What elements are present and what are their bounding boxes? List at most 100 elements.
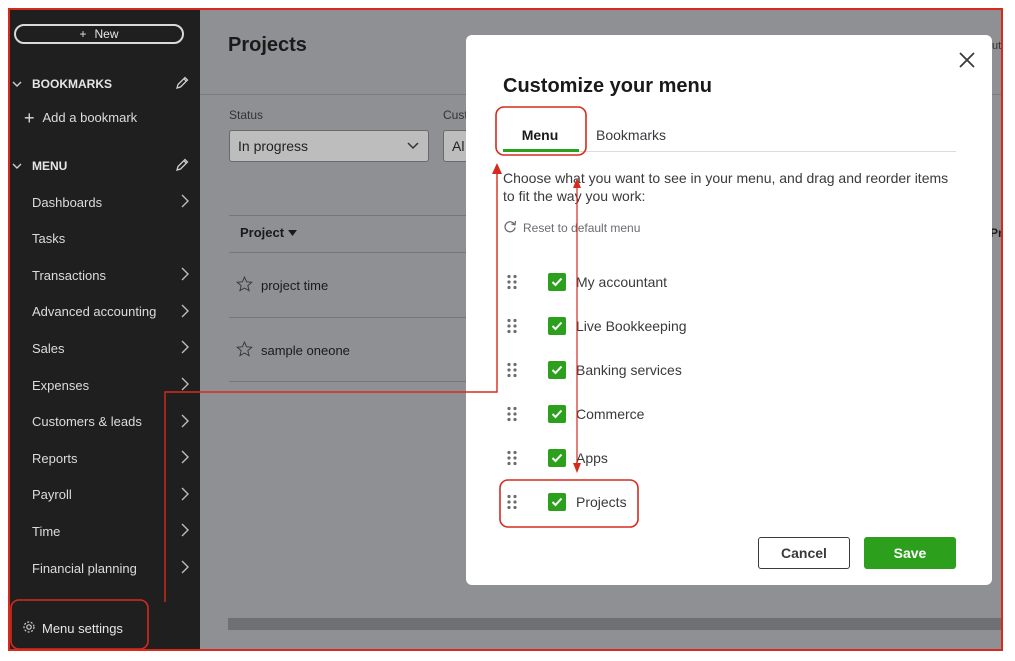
sidebar-item[interactable]: Dashboards — [10, 190, 200, 214]
drag-handle-icon[interactable] — [506, 362, 518, 378]
sidebar-item[interactable]: Payroll — [10, 483, 200, 507]
checkmark-icon — [551, 321, 563, 331]
menu-list-item[interactable]: Live Bookkeeping — [506, 314, 806, 338]
menu-list-item[interactable]: Apps — [506, 446, 806, 470]
chevron-right-icon — [180, 450, 190, 467]
star-icon[interactable] — [236, 340, 253, 360]
cancel-button[interactable]: Cancel — [758, 537, 850, 569]
drag-handle-icon[interactable] — [506, 318, 518, 334]
close-icon — [959, 52, 975, 68]
pencil-icon[interactable] — [174, 157, 190, 176]
menu-list-item-label: Apps — [576, 450, 608, 466]
menu-list-item[interactable]: Projects — [506, 490, 806, 514]
menu-settings-button[interactable]: Menu settings — [22, 620, 123, 637]
menu-list-item-label: My accountant — [576, 274, 668, 290]
sidebar-item[interactable]: Reports — [10, 446, 200, 470]
sidebar-item-label: Customers & leads — [32, 414, 142, 430]
checkbox[interactable] — [548, 317, 566, 335]
close-button[interactable] — [956, 49, 978, 71]
add-bookmark-link[interactable]: + Add a bookmark — [24, 107, 137, 128]
bookmarks-header[interactable]: BOOKMARKS — [10, 74, 200, 94]
tab-bookmarks[interactable]: Bookmarks — [596, 127, 666, 143]
tab-menu[interactable]: Menu — [503, 127, 577, 147]
sidebar-item[interactable]: Expenses — [10, 373, 200, 397]
menu-list-item[interactable]: Banking services — [506, 358, 806, 382]
checkbox[interactable] — [548, 361, 566, 379]
chevron-right-icon — [180, 377, 190, 394]
chevron-right-icon — [180, 267, 190, 284]
plus-icon: + — [79, 27, 87, 41]
sidebar-item-label: Sales — [32, 340, 65, 356]
menu-settings-label: Menu settings — [42, 621, 123, 636]
save-button[interactable]: Save — [864, 537, 956, 569]
project-column-label: Project — [240, 225, 285, 240]
sidebar-item-label: Tasks — [32, 231, 66, 247]
sidebar-item[interactable]: Tasks — [10, 227, 200, 251]
gear-icon — [22, 620, 36, 637]
sidebar-item-label: Advanced accounting — [32, 304, 157, 320]
new-button-label: New — [94, 27, 119, 41]
sidebar-item[interactable]: Time — [10, 519, 200, 543]
behind-link-fragment: uto — [992, 40, 1002, 52]
sidebar-item-label: Dashboards — [32, 194, 103, 210]
table-header-divider — [229, 252, 479, 253]
sidebar-item[interactable]: Sales — [10, 336, 200, 360]
project-name: project time — [261, 278, 329, 293]
chevron-right-icon — [180, 340, 190, 357]
drag-handle-icon[interactable] — [506, 450, 518, 466]
sidebar-item[interactable]: Financial planning — [10, 556, 200, 580]
status-filter-label: Status — [229, 108, 264, 122]
table-top-divider — [229, 215, 479, 216]
checkbox[interactable] — [548, 493, 566, 511]
chevron-right-icon — [180, 523, 190, 540]
sidebar-item-label: Financial planning — [32, 560, 137, 576]
chevron-right-icon — [180, 194, 190, 211]
checkbox[interactable] — [548, 405, 566, 423]
checkbox[interactable] — [548, 449, 566, 467]
chevron-right-icon — [180, 487, 190, 504]
menu-list-item-label: Live Bookkeeping — [576, 318, 687, 334]
menu-list-item-label: Projects — [576, 494, 627, 510]
drag-handle-icon[interactable] — [506, 406, 518, 422]
horizontal-scrollbar[interactable] — [228, 618, 1001, 630]
row-divider — [229, 381, 479, 382]
menu-list-item[interactable]: My accountant — [506, 270, 806, 294]
drag-handle-icon[interactable] — [506, 494, 518, 510]
sidebar-item-label: Expenses — [32, 377, 90, 393]
chevron-down-icon — [12, 77, 22, 91]
pencil-icon[interactable] — [174, 75, 190, 94]
reset-default-menu-link[interactable]: Reset to default menu — [503, 219, 640, 236]
drag-handle-icon[interactable] — [506, 274, 518, 290]
page-title: Projects — [228, 34, 307, 56]
menu-list-item[interactable]: Commerce — [506, 402, 806, 426]
status-filter-select[interactable]: In progress — [229, 130, 429, 162]
project-name: sample oneone — [261, 343, 350, 358]
bookmarks-header-label: BOOKMARKS — [32, 77, 112, 91]
table-row[interactable]: sample oneone — [236, 340, 350, 360]
checkbox[interactable] — [548, 273, 566, 291]
reset-default-menu-label: Reset to default menu — [523, 220, 641, 235]
row-divider — [229, 317, 479, 318]
chevron-right-icon — [180, 414, 190, 431]
plus-icon: + — [24, 107, 35, 128]
menu-header-label: MENU — [32, 159, 68, 173]
customer-filter-value: Al — [452, 138, 465, 154]
menu-list-item-label: Commerce — [576, 406, 645, 422]
project-column-header[interactable]: Project — [240, 225, 298, 240]
checkmark-icon — [551, 497, 563, 507]
status-filter-value: In progress — [238, 138, 309, 154]
checkmark-icon — [551, 365, 563, 375]
sidebar: + New BOOKMARKS + Add a bookmark MENU Da… — [10, 10, 200, 649]
sidebar-item-label: Transactions — [32, 267, 106, 283]
sidebar-item-label: Reports — [32, 450, 78, 466]
star-icon[interactable] — [236, 275, 253, 295]
chevron-right-icon — [180, 304, 190, 321]
sidebar-item[interactable]: Transactions — [10, 263, 200, 287]
customize-menu-dialog: Customize your menu Menu Bookmarks Choos… — [466, 35, 992, 585]
sidebar-item[interactable]: Advanced accounting — [10, 300, 200, 324]
chevron-down-icon — [406, 138, 420, 155]
table-row[interactable]: project time — [236, 275, 329, 295]
sidebar-item[interactable]: Customers & leads — [10, 410, 200, 434]
menu-header[interactable]: MENU — [10, 156, 200, 176]
new-button[interactable]: + New — [14, 24, 184, 44]
